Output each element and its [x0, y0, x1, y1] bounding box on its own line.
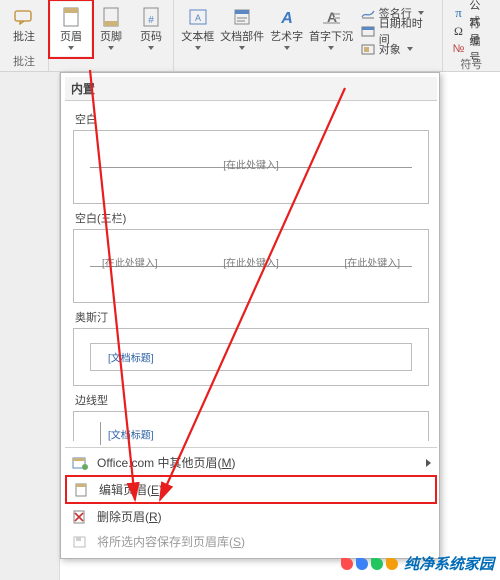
chevron-down-icon: [407, 47, 413, 51]
page-number-icon: #: [140, 4, 162, 30]
branding: 纯净系统家园: [341, 553, 494, 574]
doc-parts-label: 文档部件: [220, 31, 264, 44]
gallery-caption: 空白(三栏): [75, 210, 429, 226]
placeholder-text: [在此处键入]: [344, 254, 400, 269]
chevron-down-icon: [239, 46, 245, 50]
ribbon-group-comments-label: 批注: [13, 53, 35, 70]
pi-icon: π: [452, 6, 466, 20]
menu-separator: [65, 447, 437, 448]
text-box-button[interactable]: A 文本框: [178, 2, 218, 56]
gallery-preview: [在此处键入] [在此处键入] [在此处键入]: [73, 229, 429, 303]
symbols-small-stack: π 公式 Ω 符号 № 编号: [447, 2, 496, 56]
wordart-button[interactable]: A 艺术字: [267, 2, 307, 56]
header-gallery: 空白 [在此处键入] 空白(三栏) [在此处键入] [在此处键入] [在此处键入…: [65, 101, 437, 445]
placeholder-text: [在此处键入]: [223, 157, 279, 172]
office-icon: [71, 455, 89, 471]
ribbon-group-symbols-label: 符号: [460, 56, 482, 73]
ribbon: 批注 批注 页眉 页脚 #: [0, 0, 500, 72]
ribbon-group-headerfooter: 页眉 页脚 # 页码: [49, 0, 174, 71]
omega-icon: Ω: [452, 24, 466, 38]
gallery-preview: [在此处键入]: [73, 130, 429, 204]
remove-header-icon: [71, 509, 89, 525]
text-small-stack: 签名行 日期和时间 对象: [356, 2, 438, 56]
header-label: 页眉: [60, 31, 82, 44]
menu-label: 编辑页眉(E): [99, 481, 163, 498]
text-box-icon: A: [187, 4, 209, 30]
doc-parts-button[interactable]: 文档部件: [218, 2, 267, 56]
dropdown-section-header: 内置: [65, 77, 437, 101]
ribbon-group-symbols: π 公式 Ω 符号 № 编号 符号: [443, 0, 500, 71]
ribbon-group-comments: 批注 批注: [0, 0, 49, 71]
chevron-down-icon: [328, 46, 334, 50]
document-background: [0, 72, 60, 580]
date-time-button[interactable]: 日期和时间: [358, 22, 436, 40]
object-label: 对象: [379, 41, 401, 57]
footer-icon: [100, 4, 122, 30]
object-button[interactable]: 对象: [358, 40, 436, 58]
gallery-caption: 边线型: [75, 392, 429, 408]
signature-icon: [361, 6, 375, 20]
chevron-down-icon: [148, 46, 154, 50]
gallery-item-austin[interactable]: 奥斯汀 [文档标题]: [73, 309, 429, 386]
wordart-icon: A: [276, 4, 298, 30]
gallery-item-blank-3col[interactable]: 空白(三栏) [在此处键入] [在此处键入] [在此处键入]: [73, 210, 429, 303]
object-icon: [361, 42, 375, 56]
header-button[interactable]: 页眉: [51, 2, 91, 56]
dropcap-label: 首字下沉: [309, 31, 353, 44]
ribbon-group-text-label: [306, 57, 309, 70]
menu-edit-header[interactable]: 编辑页眉(E): [65, 475, 437, 504]
comment-label: 批注: [13, 31, 35, 44]
svg-text:A: A: [280, 10, 293, 26]
gallery-item-blank[interactable]: 空白 [在此处键入]: [73, 111, 429, 204]
gallery-item-sideline[interactable]: 边线型 [文档标题]: [73, 392, 429, 441]
gallery-caption: 空白: [75, 111, 429, 127]
chevron-down-icon: [284, 46, 290, 50]
menu-label: Office.com 中其他页眉(M): [97, 454, 235, 471]
menu-label: 删除页眉(R): [97, 508, 162, 525]
page-number-label: 页码: [140, 31, 162, 44]
placeholder-text: [文档标题]: [108, 350, 154, 365]
placeholder-text: [在此处键入]: [223, 254, 279, 269]
chevron-down-icon: [195, 46, 201, 50]
page-number-button[interactable]: # 页码: [131, 2, 171, 56]
svg-text:#: #: [148, 15, 154, 26]
comment-button[interactable]: 批注: [4, 2, 44, 53]
doc-parts-icon: [231, 4, 253, 30]
number-icon: №: [452, 42, 466, 56]
chevron-down-icon: [68, 46, 74, 50]
dropcap-icon: A: [320, 4, 342, 30]
menu-remove-header[interactable]: 删除页眉(R): [65, 504, 437, 529]
chevron-down-icon: [108, 46, 114, 50]
brand-text: 纯净系统家园: [404, 553, 494, 574]
ribbon-group-headerfooter-label: [109, 57, 112, 70]
menu-more-office-headers[interactable]: Office.com 中其他页眉(M): [65, 450, 437, 475]
placeholder-text: [在此处键入]: [102, 254, 158, 269]
wordart-label: 艺术字: [270, 31, 303, 44]
footer-label: 页脚: [100, 31, 122, 44]
calendar-icon: [361, 24, 375, 38]
gallery-caption: 奥斯汀: [75, 309, 429, 325]
save-icon: [71, 534, 89, 550]
placeholder-text: [文档标题]: [108, 427, 154, 442]
header-icon: [60, 4, 82, 30]
menu-label: 将所选内容保存到页眉库(S): [97, 533, 245, 550]
footer-button[interactable]: 页脚: [91, 2, 131, 56]
gallery-preview: [文档标题]: [73, 411, 429, 441]
header-gallery-dropdown: 内置 空白 [在此处键入] 空白(三栏) [在此处键入] [在此处键入] [在此…: [60, 72, 440, 559]
gallery-preview: [文档标题]: [73, 328, 429, 386]
brand-dots-icon: [341, 558, 398, 570]
svg-text:A: A: [195, 13, 201, 23]
menu-save-to-gallery[interactable]: 将所选内容保存到页眉库(S): [65, 529, 437, 554]
text-box-label: 文本框: [181, 31, 214, 44]
comment-icon: [13, 4, 35, 30]
submenu-arrow-icon: [426, 459, 431, 467]
ribbon-group-text: A 文本框 文档部件 A 艺术字 A: [174, 0, 443, 71]
edit-header-icon: [73, 482, 91, 498]
dropcap-button[interactable]: A 首字下沉: [306, 2, 355, 56]
